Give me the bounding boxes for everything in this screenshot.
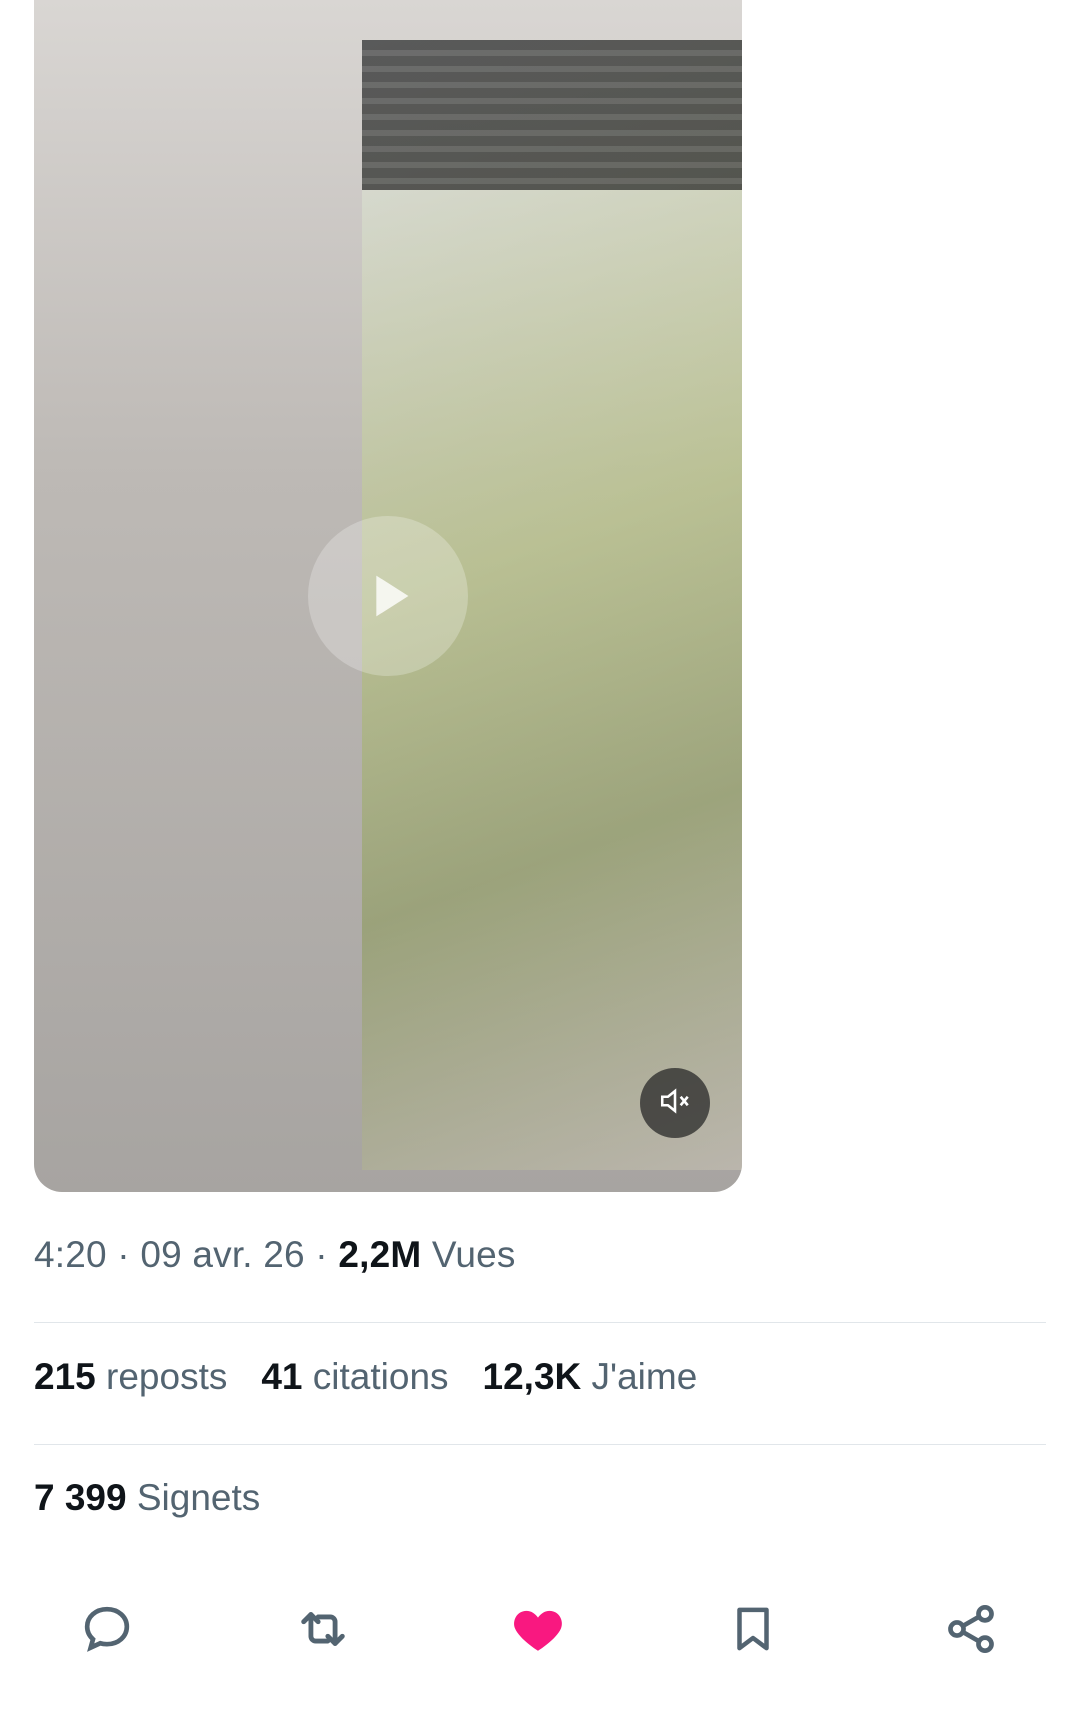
share-button[interactable] [936, 1596, 1006, 1666]
separator: · [106, 1234, 141, 1275]
bookmark-button[interactable] [718, 1596, 788, 1666]
muted-speaker-icon [658, 1084, 692, 1123]
quotes-stat[interactable]: 41 citations [261, 1356, 448, 1398]
likes-stat[interactable]: 12,3K J'aime [483, 1356, 698, 1398]
quotes-label: citations [302, 1356, 449, 1397]
separator: · [304, 1234, 339, 1275]
share-icon [943, 1601, 999, 1662]
likes-label: J'aime [581, 1356, 698, 1397]
divider [34, 1444, 1046, 1445]
repost-button[interactable] [288, 1596, 358, 1666]
engagement-stats: 215 reposts 41 citations 12,3K J'aime [34, 1356, 731, 1398]
tweet-meta: 4:20 · 09 avr. 26 · 2,2M Vues [34, 1234, 516, 1276]
reposts-stat[interactable]: 215 reposts [34, 1356, 227, 1398]
bookmarks-stat[interactable]: 7 399 Signets [34, 1477, 260, 1519]
quotes-count: 41 [261, 1356, 303, 1397]
bookmark-icon [726, 1602, 780, 1661]
reposts-count: 215 [34, 1356, 96, 1397]
reposts-label: reposts [95, 1356, 228, 1397]
heart-icon [509, 1600, 567, 1663]
likes-count: 12,3K [482, 1356, 582, 1397]
bookmarks-count: 7 399 [34, 1477, 127, 1518]
views-count: 2,2M [338, 1234, 422, 1275]
video-player[interactable] [34, 0, 742, 1192]
video-background-detail [362, 40, 742, 190]
divider [34, 1322, 1046, 1323]
tweet-time: 4:20 [34, 1234, 107, 1275]
action-bar [0, 1596, 1080, 1666]
video-placeholder-icon [308, 516, 468, 676]
bookmarks-label: Signets [126, 1477, 261, 1518]
mute-button[interactable] [640, 1068, 710, 1138]
reply-icon [79, 1601, 135, 1662]
like-button[interactable] [503, 1596, 573, 1666]
repost-icon [294, 1600, 352, 1663]
tweet-detail: 4:20 · 09 avr. 26 · 2,2M Vues 215 repost… [0, 0, 1080, 1711]
views-label: Vues [421, 1234, 516, 1275]
reply-button[interactable] [72, 1596, 142, 1666]
tweet-date: 09 avr. 26 [140, 1234, 305, 1275]
